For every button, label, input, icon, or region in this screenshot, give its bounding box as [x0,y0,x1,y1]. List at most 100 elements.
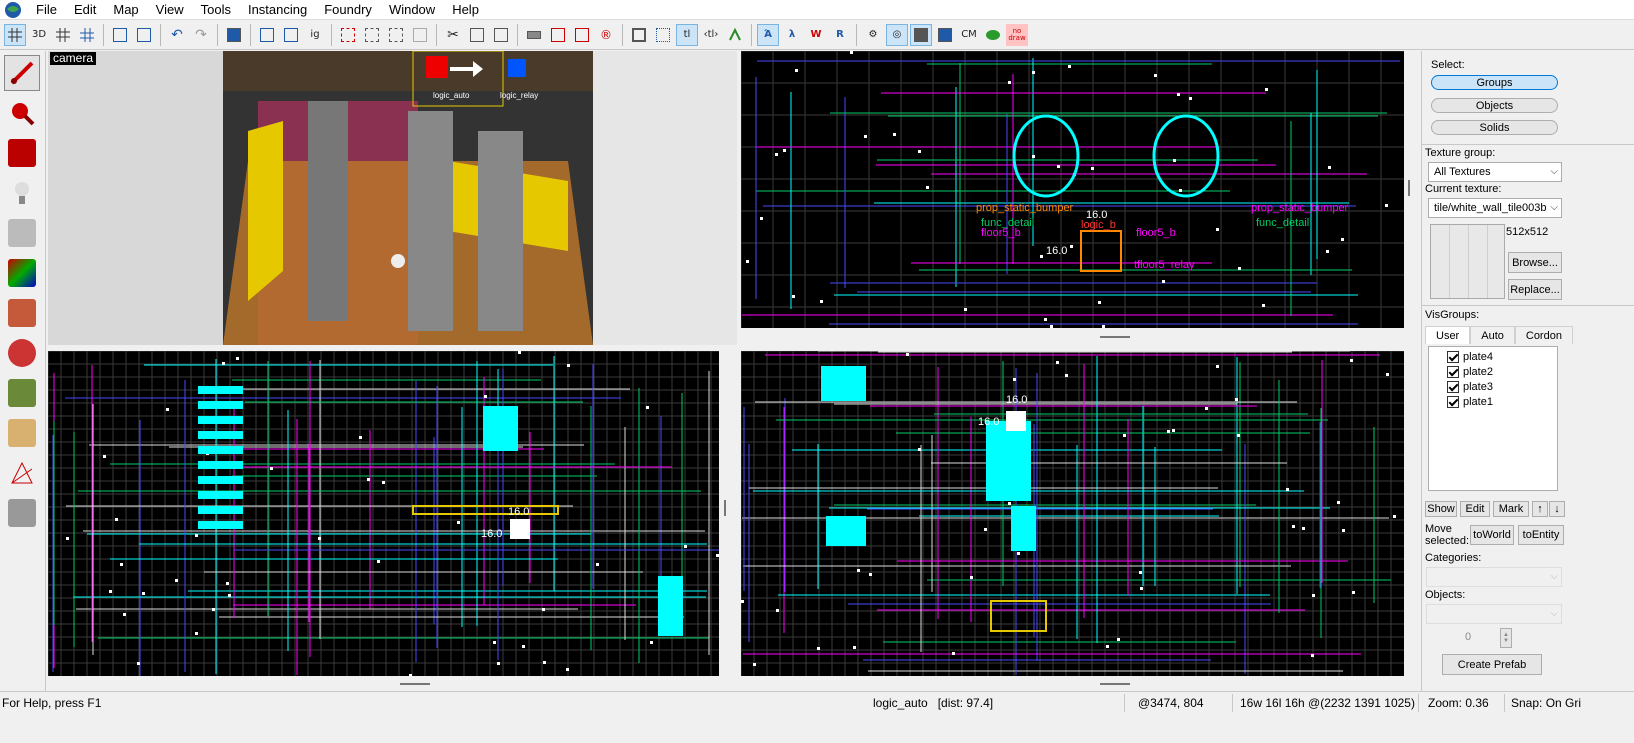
menu-instancing[interactable]: Instancing [240,0,316,20]
browse-button[interactable]: Browse... [1508,252,1562,273]
checkbox-checked-icon[interactable] [1447,350,1459,363]
camera-viewport[interactable]: logic_auto logic_relay camera [48,51,737,345]
menu-foundry[interactable]: Foundry [316,0,381,20]
camera-tool-icon[interactable] [4,135,40,171]
tl-2-icon[interactable]: ‹tl› [700,24,722,46]
show2-icon[interactable] [409,24,431,46]
solids-button[interactable]: Solids [1431,120,1558,135]
scroll-grip-top-right[interactable] [1100,336,1130,338]
tl-icon[interactable]: tl [676,23,698,46]
texlock-icon[interactable] [652,24,674,46]
menu-help[interactable]: Help [444,0,488,20]
visgroup-item[interactable]: plate2 [1447,364,1557,379]
flip-icon[interactable] [724,24,746,46]
lightmap-icon[interactable]: ◎ [886,23,908,46]
polygon-icon[interactable]: R [829,24,851,46]
menu-window[interactable]: Window [381,0,444,20]
3d-grid-icon[interactable]: 3D [28,24,50,46]
menu-file[interactable]: File [28,0,66,20]
path-tool-icon[interactable] [4,495,40,531]
replace-button[interactable]: Replace... [1508,279,1562,300]
show-button[interactable]: Show [1425,501,1457,517]
grid-larger-icon[interactable] [76,24,98,46]
texture-lock-icon[interactable] [523,24,545,46]
tab-auto[interactable]: Auto [1470,326,1515,344]
mark-button[interactable]: Mark [1493,501,1529,517]
hide-icon[interactable] [337,24,359,46]
bottom-right-viewport[interactable]: 16.0 16.0 [741,351,1404,676]
groups-icon[interactable] [934,24,956,46]
visgroup-item[interactable]: plate4 [1447,349,1557,364]
spinner-arrows[interactable]: ▲ ▼ [1500,628,1512,648]
copy2-icon[interactable] [466,24,488,46]
entity-tool-icon[interactable] [4,175,40,211]
copy-icon[interactable] [109,24,131,46]
ignore-groups-icon[interactable]: ig [304,24,326,46]
carve-icon[interactable] [223,24,245,46]
clip-tool-icon[interactable] [4,415,40,451]
to-entity-button[interactable]: toEntity [1518,525,1564,545]
grid-icon[interactable] [4,23,26,46]
groups-button[interactable]: Groups [1431,75,1558,90]
texture-group-select[interactable]: All Textures ⌵ [1428,162,1562,182]
paste-icon[interactable] [133,24,155,46]
menu-tools[interactable]: Tools [193,0,240,20]
selection-tool-icon[interactable] [4,55,40,91]
checkbox-checked-icon[interactable] [1447,380,1459,393]
show-icon[interactable] [361,24,383,46]
overlay-tool-icon[interactable] [4,375,40,411]
visgroup-item[interactable]: plate3 [1447,379,1557,394]
create-prefab-button[interactable]: Create Prefab [1442,654,1542,675]
overlay-icon[interactable] [571,24,593,46]
magnify-tool-icon[interactable] [4,95,40,131]
leaf-icon[interactable] [982,24,1004,46]
current-texture-select[interactable]: tile/white_wall_tile003b ⌵ [1428,198,1562,218]
top-right-viewport[interactable]: prop_static_bumper prop_static_bumper tflo… [741,51,1404,328]
wireframe-icon[interactable]: W [805,24,827,46]
decal-tool-icon[interactable] [4,335,40,371]
camera-icon[interactable]: Ά [757,23,779,46]
checkbox-checked-icon[interactable] [1447,365,1459,378]
tab-user[interactable]: User [1425,326,1471,344]
spinner-value[interactable]: 0 [1465,631,1471,643]
block-tool-icon[interactable] [4,215,40,251]
scroll-grip-bottom-right[interactable] [1100,683,1130,685]
menu-edit[interactable]: Edit [66,0,105,20]
undo-icon[interactable]: ↶ [166,24,188,46]
vertical-splitter[interactable] [737,51,741,691]
nodraw-icon[interactable]: no draw [1006,23,1028,46]
edit-button[interactable]: Edit [1460,501,1490,517]
objects-select[interactable]: ⌵ [1426,604,1562,624]
menu-map[interactable]: Map [105,0,147,20]
textured-icon[interactable]: ⚙ [862,24,884,46]
objects-button[interactable]: Objects [1431,98,1558,113]
checkbox-checked-icon[interactable] [1447,395,1459,408]
redo-icon[interactable]: ↷ [190,24,212,46]
radius-icon[interactable]: ® [595,24,617,46]
horizontal-splitter[interactable] [48,345,1421,351]
ungroup-icon[interactable] [280,24,302,46]
decal-icon[interactable] [547,24,569,46]
group-icon[interactable] [256,24,278,46]
vertex-tool-icon[interactable] [4,455,40,491]
selection-icon[interactable] [628,24,650,46]
categories-select[interactable]: ⌵ [1426,567,1562,587]
bottom-left-viewport[interactable]: 16.0 16.0 [48,351,719,676]
grid-smaller-icon[interactable] [52,24,74,46]
cut-icon[interactable]: ✂ [442,24,464,46]
scroll-grip-side[interactable] [1408,180,1410,196]
arrow-down-icon[interactable]: ↓ [1549,501,1565,517]
arrow-up-icon[interactable]: ↑ [1532,501,1548,517]
texture-tool-icon[interactable] [4,255,40,291]
scroll-grip-side-2[interactable] [724,500,726,516]
apply-texture-tool-icon[interactable] [4,295,40,331]
draw-icon[interactable]: λ [781,24,803,46]
visgroup-item[interactable]: plate1 [1447,394,1557,409]
scroll-grip-bottom-left[interactable] [400,683,430,685]
hide2-icon[interactable] [385,24,407,46]
paste2-icon[interactable] [490,24,512,46]
tab-cordon[interactable]: Cordon [1514,326,1573,344]
smoothing-icon[interactable] [910,23,932,46]
cm-icon[interactable]: CM [958,24,980,46]
to-world-button[interactable]: toWorld [1470,525,1514,545]
